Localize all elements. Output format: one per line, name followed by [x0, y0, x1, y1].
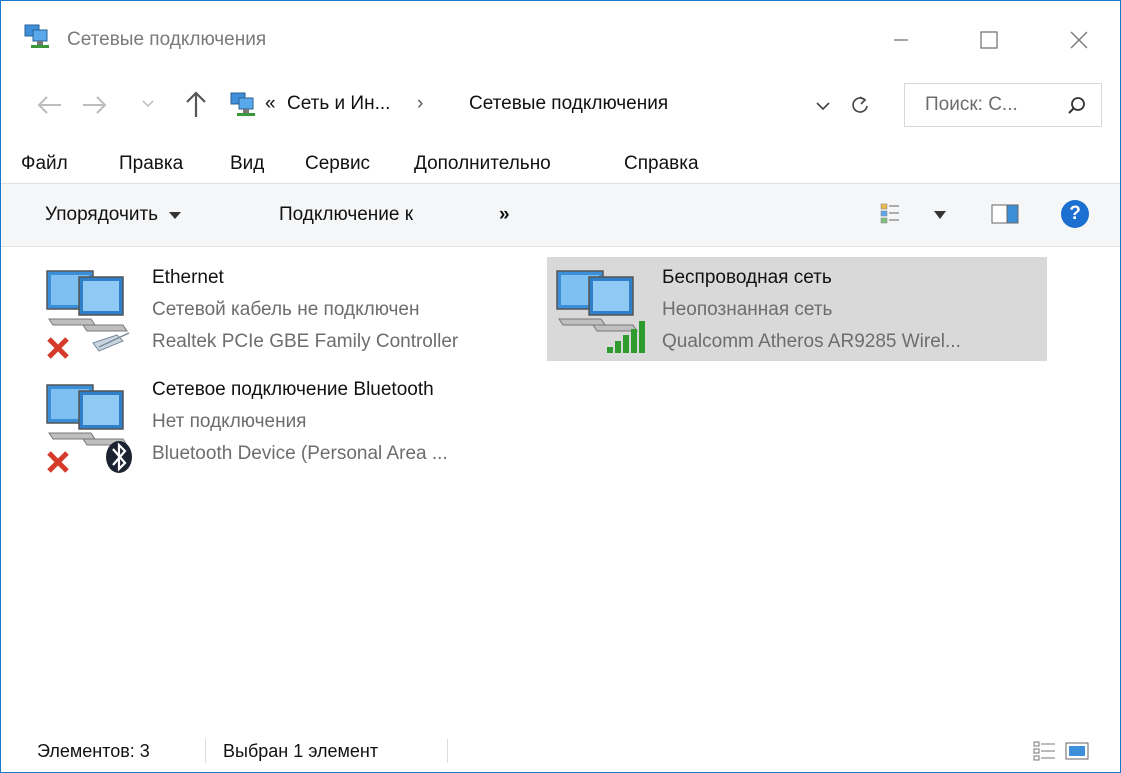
connection-status: Нет подключения [152, 411, 307, 432]
bluetooth-adapter-icon [46, 384, 132, 473]
up-arrow-icon[interactable] [183, 89, 209, 119]
connection-name: Ethernet [152, 267, 224, 288]
menu-help[interactable]: Справка [624, 153, 699, 175]
preview-pane-icon[interactable] [991, 202, 1019, 226]
connection-ethernet[interactable]: Ethernet Сетевой кабель не подключен Rea… [37, 257, 527, 367]
address-bar[interactable]: « Сеть и Ин... › Сетевые подключения [221, 83, 884, 127]
menu-advanced[interactable]: Дополнительно [414, 153, 551, 175]
view-dropdown-icon[interactable] [933, 210, 947, 220]
navigation-bar: « Сеть и Ин... › Сетевые подключения Пои… [1, 81, 1120, 127]
maximize-button[interactable] [961, 15, 1017, 65]
title-bar: Сетевые подключения [1, 1, 1120, 79]
window-title: Сетевые подключения [67, 29, 267, 50]
connection-status: Сетевой кабель не подключен [152, 299, 420, 320]
cable-icon [92, 332, 130, 352]
breadcrumb-separator: › [417, 93, 424, 114]
organize-label: Упорядочить [45, 204, 159, 225]
item-count: Элементов: 3 [37, 741, 150, 761]
close-button[interactable] [1051, 15, 1107, 65]
search-icon[interactable] [1067, 96, 1087, 116]
bluetooth-icon [106, 441, 132, 473]
organize-button[interactable]: Упорядочить [45, 204, 182, 226]
change-view-icon[interactable] [879, 202, 903, 226]
minimize-button[interactable] [873, 15, 929, 65]
minimize-icon [894, 39, 908, 41]
maximize-icon [980, 31, 998, 49]
breadcrumb-network-connections[interactable]: Сетевые подключения [469, 93, 668, 115]
connection-wireless[interactable]: Беспроводная сеть Неопознанная сеть Qual… [547, 257, 1047, 361]
error-x-icon [47, 337, 69, 359]
connection-device: Qualcomm Atheros AR9285 Wirel... [662, 331, 961, 352]
back-arrow-icon[interactable] [35, 93, 65, 117]
menu-view[interactable]: Вид [230, 153, 264, 175]
dropdown-arrow-icon [169, 212, 182, 219]
menu-file[interactable]: Файл [21, 153, 68, 175]
command-bar: Упорядочить Подключение к » ? [1, 183, 1120, 247]
connection-name: Сетевое подключение Bluetooth [152, 379, 434, 400]
error-x-icon [47, 451, 69, 473]
connection-device: Bluetooth Device (Personal Area ... [152, 443, 448, 464]
status-bar: Элементов: 3 Выбран 1 элемент [1, 729, 1120, 771]
menu-tools[interactable]: Сервис [305, 153, 370, 175]
connection-name: Беспроводная сеть [662, 267, 832, 288]
ethernet-adapter-icon [46, 270, 130, 359]
network-connections-icon [24, 24, 49, 48]
menu-bar: Файл Правка Вид Сервис Дополнительно Спр… [1, 141, 1120, 181]
status-separator [447, 739, 448, 763]
status-separator [205, 739, 206, 763]
search-placeholder: Поиск: С... [925, 94, 1018, 115]
menu-edit[interactable]: Правка [119, 153, 183, 175]
connection-status: Неопознанная сеть [662, 299, 833, 320]
large-icons-view-icon[interactable] [1065, 741, 1089, 761]
wireless-adapter-icon [556, 270, 645, 353]
search-field[interactable]: Поиск: С... [904, 83, 1102, 127]
breadcrumb-network-internet[interactable]: Сеть и Ин... [287, 93, 390, 115]
connect-to-button[interactable]: Подключение к [279, 204, 413, 226]
details-view-icon[interactable] [1033, 741, 1057, 761]
network-folder-icon [230, 92, 255, 116]
more-commands-button[interactable]: » [499, 204, 510, 226]
address-dropdown-icon[interactable] [815, 98, 831, 114]
close-icon [1070, 31, 1088, 49]
breadcrumb-overflow[interactable]: « [265, 93, 276, 115]
connection-bluetooth[interactable]: Сетевое подключение Bluetooth Нет подклю… [37, 371, 527, 481]
refresh-icon[interactable] [849, 94, 871, 116]
recent-locations-chevron-icon[interactable] [141, 97, 155, 111]
connections-list: Ethernet Сетевой кабель не подключен Rea… [1, 247, 1120, 717]
help-button[interactable]: ? [1061, 200, 1089, 228]
connection-device: Realtek PCIe GBE Family Controller [152, 331, 459, 352]
selection-count: Выбран 1 элемент [223, 741, 379, 761]
forward-arrow-icon[interactable] [79, 93, 109, 117]
explorer-window: Сетевые подключения « Сеть и Ин... › Сет… [0, 0, 1121, 773]
